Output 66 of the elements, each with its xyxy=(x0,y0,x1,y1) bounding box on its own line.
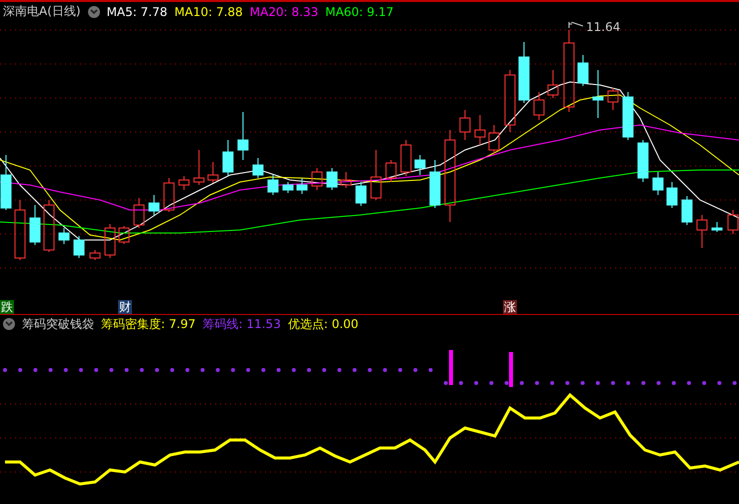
candlestick xyxy=(58,227,70,244)
flag-icon xyxy=(568,22,584,28)
candlestick xyxy=(164,177,174,212)
candlestick xyxy=(548,69,558,98)
moving-average-reading: MA20: 8.33 xyxy=(250,4,318,19)
candlestick xyxy=(282,181,294,193)
moving-average-reading: MA60: 9.17 xyxy=(325,4,394,19)
candlestick xyxy=(578,54,588,86)
candlestick xyxy=(652,171,664,195)
event-marker: 涨 xyxy=(503,300,517,314)
indicator-reading: 筹码线: 11.53 xyxy=(202,316,281,333)
candlestick xyxy=(312,167,322,190)
candlestick xyxy=(518,41,530,103)
moving-average-reading: MA10: 7.88 xyxy=(174,4,243,19)
signal-bar xyxy=(509,352,513,387)
candlestick xyxy=(252,157,264,178)
candlestick xyxy=(134,197,144,228)
candlestick xyxy=(178,175,190,190)
candlestick xyxy=(370,149,382,200)
indicator-reading: 筹码密集度: 7.97 xyxy=(101,316,196,333)
candlestick xyxy=(30,204,40,245)
signal-bar xyxy=(449,350,453,385)
candlestick xyxy=(340,171,352,188)
candlestick xyxy=(194,149,204,185)
chart-title: 深南电A(日线) xyxy=(3,3,81,20)
candlestick xyxy=(268,174,278,195)
candlestick xyxy=(460,109,470,140)
candlestick xyxy=(504,69,516,132)
candlestick xyxy=(712,221,722,232)
candlestick xyxy=(14,199,26,260)
candlestick xyxy=(488,124,500,155)
candlestick xyxy=(592,69,604,118)
candlestick xyxy=(74,235,84,258)
dropdown-icon[interactable] xyxy=(88,6,100,18)
candlestick xyxy=(326,167,338,190)
candlestick xyxy=(534,91,544,120)
candlestick xyxy=(90,249,100,260)
candlestick xyxy=(608,87,618,110)
moving-average-reading: MA5: 7.78 xyxy=(106,4,168,19)
candlestick xyxy=(696,214,708,248)
candlestick xyxy=(430,159,440,208)
candlestick xyxy=(622,91,634,140)
candlestick xyxy=(728,209,738,234)
candlestick xyxy=(238,111,248,160)
candlestick xyxy=(208,161,218,183)
candlestick xyxy=(666,181,678,208)
candlestick xyxy=(104,223,116,258)
candlestick xyxy=(44,199,54,252)
candlestick xyxy=(118,225,130,244)
event-marker: 财 xyxy=(118,300,132,314)
candlestick xyxy=(682,195,692,225)
candlestick xyxy=(414,154,426,175)
candlestick xyxy=(400,139,412,176)
dropdown-icon[interactable] xyxy=(3,318,15,330)
candlestick xyxy=(148,194,160,215)
indicator-title: 筹码突破钱袋 xyxy=(22,316,94,333)
candlestick xyxy=(386,159,396,182)
candlestick xyxy=(0,154,12,210)
candlestick xyxy=(296,177,308,194)
indicator-reading: 优选点: 0.00 xyxy=(288,316,358,333)
candlestick xyxy=(356,181,366,206)
candlestick xyxy=(638,139,648,182)
peak-price-label: 11.64 xyxy=(586,22,620,34)
candlestick xyxy=(222,139,234,176)
candlestick xyxy=(474,114,486,145)
event-marker: 跌 xyxy=(0,300,14,314)
